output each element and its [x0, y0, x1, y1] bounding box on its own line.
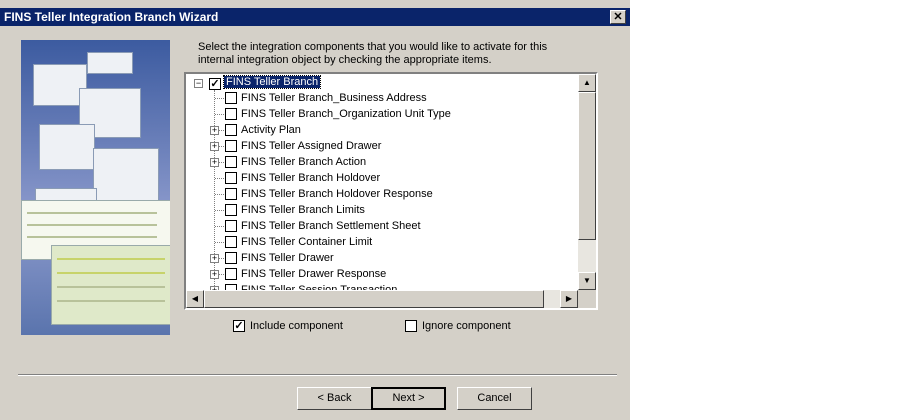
- ignore-label: Ignore component: [422, 320, 511, 332]
- arrow-down-icon: ▼: [583, 276, 591, 285]
- tree-item[interactable]: FINS Teller Session Transaction: [241, 282, 397, 290]
- tree-connector: [215, 242, 224, 243]
- scroll-right-button[interactable]: ▶: [560, 290, 578, 308]
- close-button[interactable]: ✕: [610, 10, 626, 24]
- tree-item-label: FINS Teller Drawer Response: [241, 268, 387, 280]
- window-title: FINS Teller Integration Branch Wizard: [4, 10, 219, 24]
- tree-item[interactable]: FINS Teller Container Limit: [241, 234, 372, 250]
- include-label: Include component: [250, 320, 343, 332]
- tree-item[interactable]: Activity Plan: [241, 122, 301, 138]
- tree-item[interactable]: FINS Teller Branch Action: [241, 154, 366, 170]
- back-button[interactable]: < Back: [297, 387, 372, 410]
- arrow-left-icon: ◀: [191, 294, 199, 303]
- vertical-scrollbar[interactable]: ▲ ▼: [578, 74, 596, 290]
- expand-icon[interactable]: +: [210, 158, 219, 167]
- vertical-scroll-thumb[interactable]: [578, 92, 596, 240]
- tree-item-checkbox[interactable]: [225, 156, 237, 168]
- expand-icon[interactable]: +: [210, 126, 219, 135]
- tree-connector: [215, 178, 224, 179]
- tree-item[interactable]: FINS Teller Branch_Organization Unit Typ…: [241, 106, 451, 122]
- tree-item-label: FINS Teller Branch_Business Address: [241, 92, 427, 104]
- tree-item-checkbox[interactable]: [225, 92, 237, 104]
- tree-connector: [215, 226, 224, 227]
- tree-item[interactable]: FINS Teller Branch Limits: [241, 202, 365, 218]
- tree-item-label: FINS Teller Branch Settlement Sheet: [241, 220, 421, 232]
- scroll-corner: [578, 290, 596, 308]
- tree-item-label: FINS Teller Assigned Drawer: [241, 140, 382, 152]
- tree-item-checkbox[interactable]: [225, 172, 237, 184]
- horizontal-scrollbar[interactable]: ◀ ▶: [186, 290, 578, 308]
- tree-item-label: FINS Teller Branch Action: [241, 156, 367, 168]
- tree-item-label: FINS Teller Drawer: [241, 252, 334, 264]
- tree-item-label: Activity Plan: [241, 124, 301, 136]
- horizontal-scroll-thumb[interactable]: [204, 290, 544, 308]
- tree-root-item[interactable]: FINS Teller Branch: [222, 74, 322, 90]
- instructions-text: Select the integration components that y…: [198, 41, 548, 66]
- tree-item[interactable]: FINS Teller Drawer: [241, 250, 334, 266]
- tree-item-checkbox[interactable]: [225, 188, 237, 200]
- collapse-icon[interactable]: −: [194, 79, 203, 88]
- scroll-down-button[interactable]: ▼: [578, 272, 596, 290]
- next-button[interactable]: Next >: [371, 387, 446, 410]
- tree-item[interactable]: FINS Teller Branch Settlement Sheet: [241, 218, 421, 234]
- ignore-checkbox-sample: [405, 320, 417, 332]
- divider: [18, 374, 617, 376]
- tree-item[interactable]: FINS Teller Assigned Drawer: [241, 138, 381, 154]
- tree-connector: [215, 210, 224, 211]
- arrow-up-icon: ▲: [583, 78, 591, 87]
- expand-icon[interactable]: +: [210, 270, 219, 279]
- expand-icon[interactable]: +: [210, 142, 219, 151]
- expand-icon[interactable]: +: [210, 254, 219, 263]
- tree-connector: [215, 194, 224, 195]
- root-checkbox[interactable]: ✓: [209, 78, 221, 90]
- tree-connector: [215, 98, 224, 99]
- tree-viewport: − ✓ FINS Teller Branch FINS Teller Branc…: [186, 74, 578, 290]
- tree-item-checkbox[interactable]: [225, 124, 237, 136]
- tree-item-label: FINS Teller Branch_Organization Unit Typ…: [241, 108, 451, 120]
- wizard-illustration: [21, 40, 170, 335]
- tree-item-checkbox[interactable]: [225, 108, 237, 120]
- tree-item-checkbox[interactable]: [225, 220, 237, 232]
- tree-item-label: FINS Teller Branch Limits: [241, 204, 365, 216]
- cancel-button[interactable]: Cancel: [457, 387, 532, 410]
- tree-item[interactable]: FINS Teller Drawer Response: [241, 266, 386, 282]
- title-bar: FINS Teller Integration Branch Wizard ✕: [0, 8, 630, 26]
- scroll-left-button[interactable]: ◀: [186, 290, 204, 308]
- tree-item[interactable]: FINS Teller Branch Holdover Response: [241, 186, 433, 202]
- tree-root-label: FINS Teller Branch: [222, 75, 322, 89]
- wizard-dialog: FINS Teller Integration Branch Wizard ✕ …: [0, 0, 630, 420]
- include-checkbox-sample: ✓: [233, 320, 245, 332]
- tree-item-label: FINS Teller Container Limit: [241, 236, 373, 248]
- arrow-right-icon: ▶: [565, 294, 573, 303]
- tree-item[interactable]: FINS Teller Branch_Business Address: [241, 90, 427, 106]
- scroll-up-button[interactable]: ▲: [578, 74, 596, 92]
- tree-item-label: FINS Teller Branch Holdover: [241, 172, 381, 184]
- close-icon: ✕: [613, 11, 623, 23]
- tree-item-checkbox[interactable]: [225, 236, 237, 248]
- tree-item-checkbox[interactable]: [225, 140, 237, 152]
- tree-item-checkbox[interactable]: [225, 204, 237, 216]
- tree-item-checkbox[interactable]: [225, 268, 237, 280]
- component-tree[interactable]: − ✓ FINS Teller Branch FINS Teller Branc…: [184, 72, 598, 310]
- tree-connector: [215, 114, 224, 115]
- tree-item-checkbox[interactable]: [225, 252, 237, 264]
- tree-item-label: FINS Teller Branch Holdover Response: [241, 188, 433, 200]
- tree-item[interactable]: FINS Teller Branch Holdover: [241, 170, 380, 186]
